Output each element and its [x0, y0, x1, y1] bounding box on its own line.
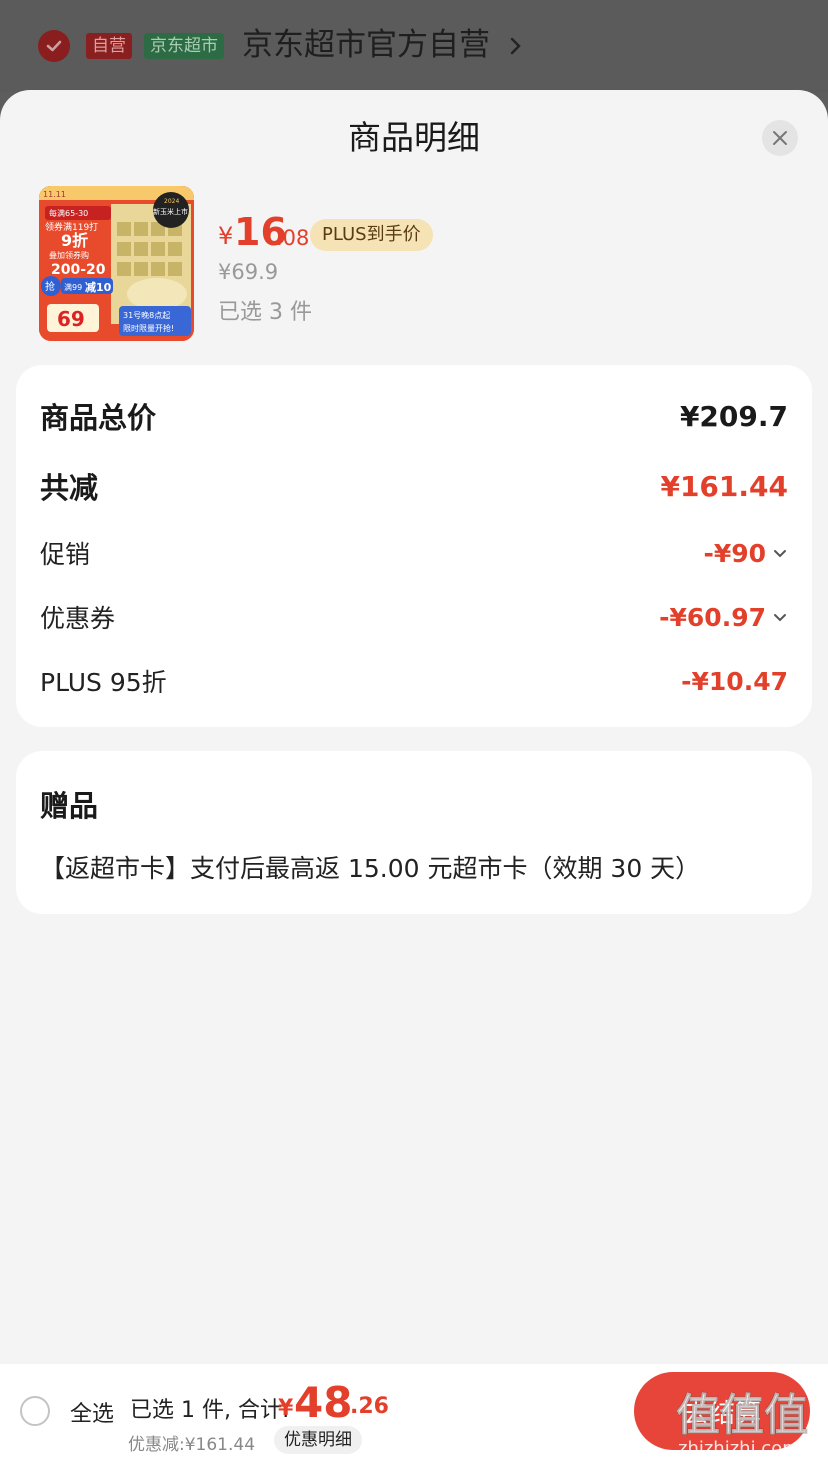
close-icon [773, 131, 787, 145]
store-checkbox[interactable] [38, 30, 70, 62]
chevron-right-icon[interactable] [506, 34, 526, 58]
gift-title: 赠品 [40, 789, 99, 823]
gift-card: 赠品 【返超市卡】支付后最高返 15.00 元超市卡（效期 30 天） [16, 751, 812, 914]
plus-discount-label: PLUS 95折 [40, 668, 167, 697]
promotion-value-wrap[interactable]: -¥90 [703, 539, 788, 568]
select-all-checkbox[interactable] [20, 1396, 50, 1426]
watermark-logo: 值值值 [676, 1390, 809, 1442]
gift-description: 【返超市卡】支付后最高返 15.00 元超市卡（效期 30 天） [40, 854, 701, 883]
store-name[interactable]: 京东超市官方自营 [242, 24, 490, 66]
total-reduction-row: 共减 ¥161.44 [40, 465, 788, 507]
img-text-new-corn: 新玉米上市 [153, 207, 188, 216]
promotion-row[interactable]: 促销 -¥90 [40, 535, 788, 571]
discount-detail-button[interactable]: 优惠明细 [274, 1426, 362, 1454]
plus-price-badge: PLUS到手价 [310, 219, 433, 251]
coupon-row[interactable]: 优惠券 -¥60.97 [40, 599, 788, 635]
self-operated-tag: 自营 [86, 33, 132, 59]
saved-amount: 优惠减:¥161.44 [128, 1435, 256, 1455]
img-text-over99: 满99 [64, 282, 82, 292]
sheet-title: 商品明细 [348, 118, 480, 157]
store-header: 自营 京东超市 京东超市官方自营 [0, 0, 828, 92]
close-button[interactable] [762, 120, 798, 156]
total-price-value: ¥209.7 [679, 399, 788, 433]
img-text-grab: 抢 [45, 280, 55, 293]
selected-count: 已选 3 件 [218, 300, 312, 325]
coupon-value: -¥60.97 [659, 602, 766, 632]
img-text-price69: 69 [57, 307, 85, 331]
coupon-value-wrap[interactable]: -¥60.97 [659, 603, 788, 632]
product-thumbnail: 11.11 每满65-30 领券满119打 9折 叠加领券购 200-20 抢 … [39, 186, 194, 341]
img-text-stack: 叠加领券购 [49, 250, 89, 260]
img-text-1111: 11.11 [43, 190, 66, 199]
plus-discount-row: PLUS 95折 -¥10.47 [40, 663, 788, 699]
img-text-minus10: 减10 [85, 280, 112, 294]
promotion-label: 促销 [40, 540, 91, 569]
selected-summary: 已选 1 件, 合计: [130, 1398, 290, 1423]
price-breakdown-card: 商品总价 ¥209.7 共减 ¥161.44 促销 -¥90 优惠券 -¥60.… [16, 365, 812, 727]
chevron-down-icon [774, 614, 786, 622]
img-text-31st: 31号晚8点起 [123, 310, 170, 320]
total-symbol: ¥ [278, 1396, 294, 1421]
select-all-label[interactable]: 全选 [70, 1396, 114, 1428]
img-text-200-20: 200-20 [51, 262, 106, 278]
chevron-down-icon [774, 550, 786, 558]
total-decimal: .26 [350, 1394, 389, 1419]
img-text-2024: 2024 [164, 198, 179, 205]
img-text-every65: 每满65-30 [49, 208, 88, 218]
plus-discount-value: -¥10.47 [681, 666, 788, 696]
img-text-limited: 限时限量开抢! [123, 323, 174, 333]
price-symbol: ¥ [218, 222, 234, 250]
total-price-label: 商品总价 [40, 401, 157, 435]
original-price: ¥69.9 [218, 260, 279, 284]
jd-supermarket-tag: 京东超市 [144, 33, 224, 59]
check-icon [46, 40, 62, 52]
watermark-brand: 值值值 [676, 1390, 808, 1441]
total-price-row: 商品总价 ¥209.7 [40, 395, 788, 437]
coupon-label: 优惠券 [40, 604, 116, 633]
watermark-domain: zhizhizhi.com [678, 1438, 800, 1459]
promotion-value: -¥90 [703, 538, 766, 568]
product-detail-sheet: 商品明细 11.11 每满65-30 领券满119打 9折 叠加领券购 200-… [0, 90, 828, 1466]
product-image[interactable]: 11.11 每满65-30 领券满119打 9折 叠加领券购 200-20 抢 … [39, 186, 194, 341]
total-reduction-value: ¥161.44 [660, 469, 788, 503]
total-reduction-label: 共减 [40, 471, 99, 505]
price-decimal: .08 [276, 226, 310, 250]
img-text-9off: 9折 [61, 231, 88, 250]
total-integer: 48 [294, 1378, 353, 1427]
